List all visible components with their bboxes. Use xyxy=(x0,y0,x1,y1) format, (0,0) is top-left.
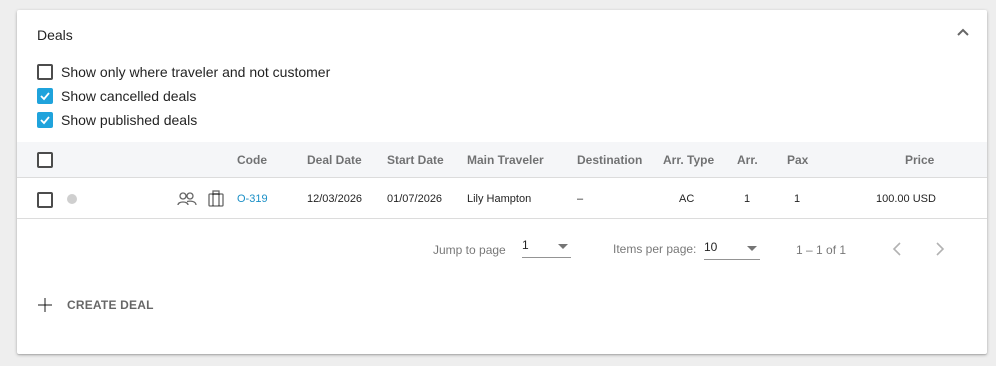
items-per-page-label: Items per page: xyxy=(613,242,697,256)
column-header-price[interactable]: Price xyxy=(905,142,934,178)
column-header-destination[interactable]: Destination xyxy=(577,142,642,178)
column-header-code[interactable]: Code xyxy=(237,142,267,178)
jump-to-page-select[interactable]: 1 xyxy=(522,238,571,258)
cell-pax: 1 xyxy=(794,193,801,205)
cell-arr: 1 xyxy=(744,193,751,205)
table-row[interactable]: O-319 12/03/2026 01/07/2026 Lily Hampton… xyxy=(17,179,987,219)
select-all-checkbox[interactable] xyxy=(37,152,53,168)
travelers-icon[interactable] xyxy=(177,191,197,207)
checkbox[interactable] xyxy=(37,112,53,128)
chevron-up-icon[interactable] xyxy=(955,25,971,39)
filter-cancelled-deals[interactable]: Show cancelled deals xyxy=(37,87,196,105)
check-icon xyxy=(40,116,50,125)
filter-published-deals[interactable]: Show published deals xyxy=(37,111,197,129)
dropdown-arrow-icon xyxy=(558,244,568,249)
filter-traveler-not-customer[interactable]: Show only where traveler and not custome… xyxy=(37,63,330,81)
items-per-page-select[interactable]: 10 xyxy=(704,240,760,260)
checkbox[interactable] xyxy=(37,88,53,104)
items-per-page-value: 10 xyxy=(704,240,718,254)
column-header-deal-date[interactable]: Deal Date xyxy=(307,142,362,178)
jump-to-page-label: Jump to page xyxy=(433,243,506,257)
cell-deal-date: 12/03/2026 xyxy=(307,193,363,205)
cell-start-date: 01/07/2026 xyxy=(387,193,443,205)
dropdown-arrow-icon xyxy=(747,246,757,251)
next-page-button[interactable] xyxy=(931,241,947,257)
column-header-arr-type[interactable]: Arr. Type xyxy=(663,142,714,178)
cell-price: 100.00 USD xyxy=(876,193,936,205)
deals-panel: Deals Show only where traveler and not c… xyxy=(17,10,987,354)
jump-to-page-value: 1 xyxy=(522,238,529,252)
column-header-start-date[interactable]: Start Date xyxy=(387,142,444,178)
plus-icon xyxy=(38,298,52,312)
create-deal-button[interactable]: CREATE DEAL xyxy=(37,294,154,316)
table-header: Code Deal Date Start Date Main Traveler … xyxy=(17,142,987,178)
filter-label: Show only where traveler and not custome… xyxy=(61,64,331,80)
page-range-label: 1 – 1 of 1 xyxy=(796,243,847,257)
create-deal-label: CREATE DEAL xyxy=(67,298,154,312)
checkbox[interactable] xyxy=(37,64,53,80)
column-header-arr[interactable]: Arr. xyxy=(737,142,758,178)
row-checkbox[interactable] xyxy=(37,192,53,208)
column-header-pax[interactable]: Pax xyxy=(787,142,808,178)
cell-destination: – xyxy=(577,193,584,205)
deal-code-link[interactable]: O-319 xyxy=(237,179,268,219)
filter-label: Show cancelled deals xyxy=(61,88,197,104)
status-dot-icon xyxy=(67,194,77,204)
cell-arr-type: AC xyxy=(679,193,695,205)
previous-page-button[interactable] xyxy=(890,241,906,257)
column-header-main-traveler[interactable]: Main Traveler xyxy=(467,142,544,178)
check-icon xyxy=(40,92,50,101)
cell-main-traveler: Lily Hampton xyxy=(467,193,532,205)
filter-label: Show published deals xyxy=(61,112,198,128)
panel-title: Deals xyxy=(37,27,73,43)
suitcase-icon[interactable] xyxy=(208,190,224,207)
